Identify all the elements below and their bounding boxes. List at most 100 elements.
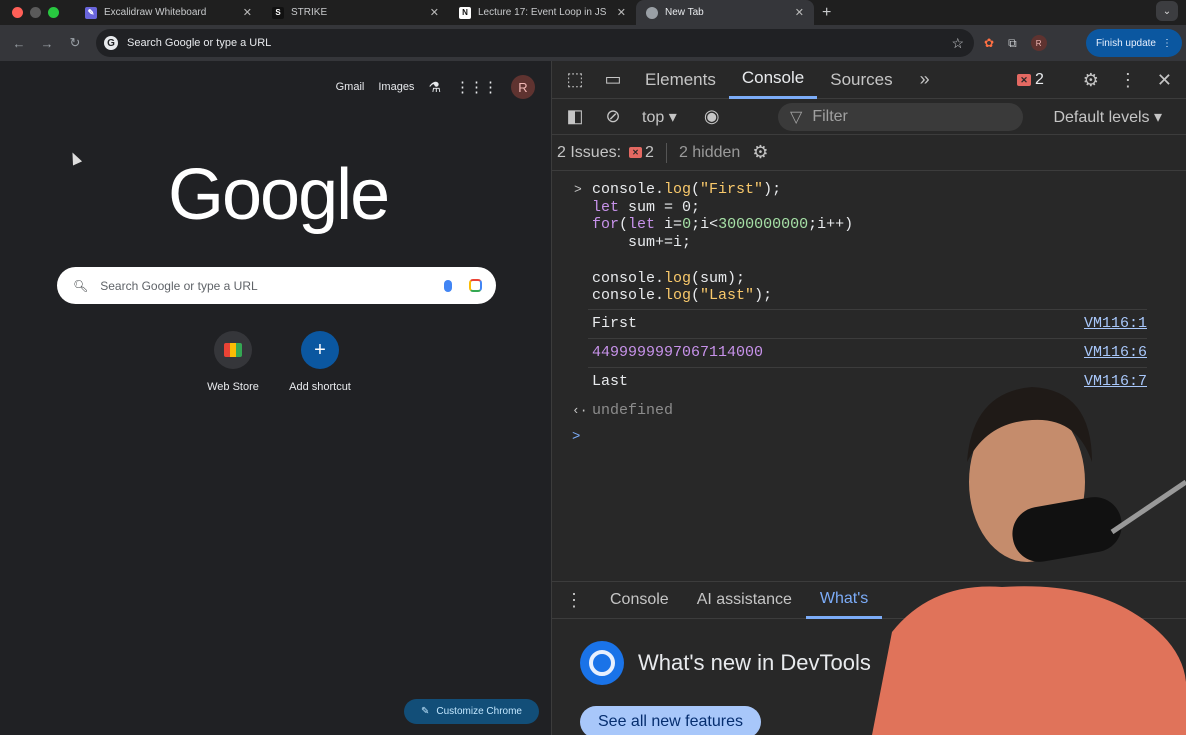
error-count-badge[interactable]: ✕ 2 (1017, 71, 1044, 89)
gmail-link[interactable]: Gmail (336, 81, 365, 93)
notion-icon: N (459, 6, 471, 19)
window-controls (0, 7, 75, 18)
issues-label: 2 Issues: (557, 143, 622, 161)
close-icon[interactable]: ✕ (430, 6, 439, 19)
apps-grid-icon[interactable]: ⋮⋮⋮ (455, 78, 498, 96)
shortcut-label: Web Store (207, 381, 259, 393)
images-link[interactable]: Images (378, 81, 414, 93)
tab-strip: ✎ Excalidraw Whiteboard ✕ S STRIKE ✕ N L… (0, 0, 1186, 25)
tab-label: New Tab (665, 7, 704, 18)
tab-search-button[interactable]: ⌄ (1156, 1, 1178, 21)
finish-update-label: Finish update (1095, 37, 1156, 49)
tab-label: Excalidraw Whiteboard (104, 7, 207, 18)
live-expression-eye-icon[interactable]: ◉ (693, 106, 731, 127)
see-all-features-button[interactable]: See all new features (580, 706, 761, 735)
ntp-avatar[interactable]: R (511, 75, 535, 99)
device-toolbar-icon[interactable]: ▭ (594, 69, 632, 90)
tab-console[interactable]: Console (728, 61, 818, 99)
tab-excalidraw[interactable]: ✎ Excalidraw Whiteboard ✕ (75, 0, 262, 25)
log-line: First VM116:1 (588, 308, 1147, 338)
toolbar-actions: ✿ ⧉ R (984, 25, 1047, 61)
settings-gear-icon[interactable]: ⚙ (1083, 70, 1099, 91)
more-vert-icon: ⋮ (1162, 37, 1172, 49)
log-levels-dropdown[interactable]: Default levels ▾ (1053, 107, 1162, 127)
bookmark-star-icon[interactable]: ☆ (951, 35, 964, 52)
drawer-menu-icon[interactable]: ⋮ (552, 590, 596, 611)
shortcut-add[interactable]: + Add shortcut (280, 331, 360, 393)
sidebar-toggle-icon[interactable]: ◧ (556, 106, 594, 127)
reload-button[interactable]: ↻ (61, 35, 89, 51)
back-button[interactable]: ← (5, 36, 33, 51)
tab-new-tab[interactable]: New Tab ✕ (636, 0, 814, 25)
issues-settings-gear-icon[interactable]: ⚙ (752, 142, 768, 163)
tab-lecture[interactable]: N Lecture 17: Event Loop in JS ✕ (449, 0, 636, 25)
profile-avatar[interactable]: R (1030, 35, 1047, 51)
error-count: 2 (1035, 71, 1044, 88)
labs-flask-icon[interactable]: ⚗ (428, 79, 441, 96)
presenter-shirt (872, 586, 1186, 735)
extension-icon[interactable]: ✿ (984, 36, 994, 50)
log-line: 4499999997067114000 VM116:6 (588, 337, 1147, 367)
strike-icon: S (272, 6, 284, 19)
hidden-issues[interactable]: 2 hidden (679, 144, 740, 162)
forward-button[interactable]: → (33, 36, 61, 51)
divider (665, 142, 667, 163)
console-input-code: > console.log("First"); let sum = 0; for(… (552, 171, 1186, 305)
microphone-icon[interactable] (444, 279, 452, 292)
context-label: top (642, 108, 665, 126)
tab-sources[interactable]: Sources (817, 61, 905, 99)
extensions-puzzle-icon[interactable]: ⧉ (1008, 36, 1017, 51)
close-devtools-icon[interactable]: ✕ (1157, 70, 1172, 91)
chrome-logo-icon (580, 641, 624, 685)
maximize-window-button[interactable] (48, 7, 59, 18)
source-link[interactable]: VM116:6 (1084, 344, 1147, 361)
google-logo: Google (168, 155, 390, 235)
tab-label: Lecture 17: Event Loop in JS (478, 7, 607, 18)
minimize-window-button[interactable] (30, 7, 41, 18)
new-tab-button[interactable]: + (822, 4, 831, 22)
console-filter-input[interactable]: ▽ Filter (778, 103, 1023, 131)
clear-console-icon[interactable]: ⊘ (594, 106, 632, 127)
whats-new-title: What's new in DevTools (638, 650, 871, 675)
new-tab-page: Gmail Images ⚗ ⋮⋮⋮ R Google 🔍︎ Search Go… (0, 61, 551, 735)
more-tabs-icon[interactable]: » (906, 69, 944, 90)
context-selector[interactable]: top ▾ (642, 107, 677, 127)
whats-new-header: What's new in DevTools (580, 641, 871, 685)
finish-update-button[interactable]: Finish update ⋮ (1085, 29, 1182, 57)
ntp-header: Gmail Images ⚗ ⋮⋮⋮ R (336, 75, 535, 99)
return-arrow-icon: ‹· (572, 402, 588, 418)
code-block: console.log("First"); let sum = 0; for(l… (592, 181, 854, 305)
log-text: Last (592, 373, 629, 391)
close-icon[interactable]: ✕ (617, 6, 626, 19)
close-icon[interactable]: ✕ (795, 6, 804, 19)
drawer-tab-ai-assistance[interactable]: AI assistance (683, 581, 806, 619)
search-icon: 🔍︎ (73, 278, 89, 293)
filter-funnel-icon: ▽ (790, 109, 803, 126)
customize-chrome-button[interactable]: ✎ Customize Chrome (404, 699, 539, 724)
address-placeholder: Search Google or type a URL (127, 37, 272, 49)
webcam-overlay (872, 387, 1186, 735)
customize-label: Customize Chrome (436, 706, 522, 717)
chrome-icon (646, 6, 658, 19)
inspect-element-icon[interactable]: ⬚ (556, 69, 594, 90)
more-options-icon[interactable]: ⋮ (1119, 70, 1137, 91)
ntp-search-box[interactable]: 🔍︎ Search Google or type a URL (57, 267, 496, 304)
issue-error-icon: ✕ (629, 147, 643, 158)
google-lens-icon[interactable] (469, 279, 482, 292)
drawer-tab-console[interactable]: Console (596, 581, 683, 619)
tab-strike[interactable]: S STRIKE ✕ (262, 0, 449, 25)
tab-elements[interactable]: Elements (632, 61, 729, 99)
close-window-button[interactable] (12, 7, 23, 18)
google-g-icon: G (104, 36, 118, 50)
log-text: First (592, 315, 638, 333)
shortcut-web-store[interactable]: Web Store (193, 331, 273, 393)
issues-count[interactable]: 2 (645, 144, 654, 162)
source-link[interactable]: VM116:1 (1084, 315, 1147, 332)
pencil-icon: ✎ (421, 706, 430, 717)
webstore-icon (214, 331, 252, 369)
devtools-tabbar: ⬚ ▭ Elements Console Sources » ✕ 2 ⚙ ⋮ ✕ (552, 61, 1186, 99)
excalidraw-icon: ✎ (85, 6, 97, 19)
address-bar[interactable]: G Search Google or type a URL ☆ (96, 29, 974, 57)
log-text: 4499999997067114000 (592, 344, 764, 362)
close-icon[interactable]: ✕ (243, 6, 252, 19)
